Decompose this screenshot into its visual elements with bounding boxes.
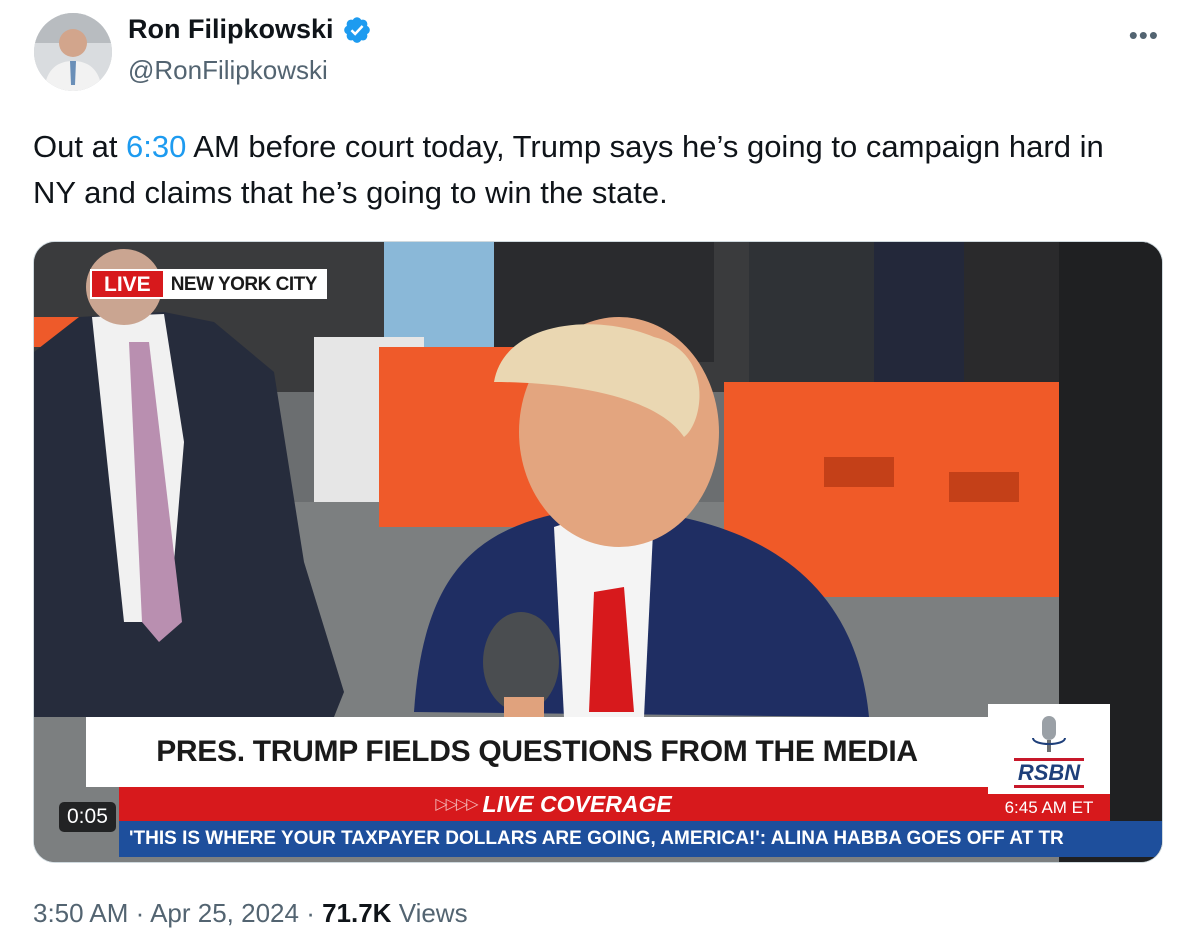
meta-separator: · bbox=[128, 898, 151, 928]
views-count[interactable]: 71.7K bbox=[322, 898, 391, 928]
live-label: LIVE bbox=[92, 271, 163, 297]
author-avatar[interactable] bbox=[34, 13, 112, 91]
author-display-name[interactable]: Ron Filipkowski bbox=[128, 14, 334, 45]
tweet-text-end: AM before court today, Trump says he’s g… bbox=[33, 129, 1104, 210]
timestamp-link[interactable]: 6:30 bbox=[126, 129, 186, 164]
video-player[interactable]: LIVE NEW YORK CITY PRES. TRUMP FIELDS QU… bbox=[33, 241, 1163, 863]
tweet-time[interactable]: 3:50 AM bbox=[33, 898, 128, 928]
live-badge: LIVE NEW YORK CITY bbox=[90, 269, 327, 299]
play-arrows-icon: ▷▷▷▷ bbox=[435, 796, 478, 813]
tweet-meta: 3:50 AM · Apr 25, 2024 · 71.7K Views bbox=[33, 898, 468, 929]
tweet-text: Out at 6:30 AM before court today, Trump… bbox=[33, 124, 1153, 216]
author-handle[interactable]: @RonFilipkowski bbox=[128, 55, 328, 86]
author-name-row: Ron Filipkowski bbox=[128, 14, 372, 45]
views-label[interactable]: Views bbox=[391, 898, 468, 928]
broadcast-time: 6:45 AM ET bbox=[988, 794, 1110, 821]
avatar-image bbox=[34, 13, 112, 91]
live-coverage-bar: ▷▷▷▷ LIVE COVERAGE bbox=[119, 787, 988, 821]
network-name: RSBN bbox=[1013, 758, 1085, 788]
news-ticker: 'THIS IS WHERE YOUR TAXPAYER DOLLARS ARE… bbox=[119, 821, 1162, 857]
more-horizontal-icon[interactable]: ••• bbox=[1129, 20, 1159, 51]
network-logo: RSBN bbox=[988, 704, 1110, 794]
verified-badge-icon[interactable] bbox=[342, 15, 372, 45]
meta-separator: · bbox=[298, 898, 323, 928]
tweet-date[interactable]: Apr 25, 2024 bbox=[150, 898, 299, 928]
microphone-icon bbox=[1032, 716, 1066, 752]
location-label: NEW YORK CITY bbox=[162, 271, 325, 297]
video-duration: 0:05 bbox=[59, 802, 116, 832]
headline-text: PRES. TRUMP FIELDS QUESTIONS FROM THE ME… bbox=[156, 735, 918, 768]
live-coverage-label: LIVE COVERAGE bbox=[482, 790, 672, 817]
lower-third-headline: PRES. TRUMP FIELDS QUESTIONS FROM THE ME… bbox=[86, 717, 988, 787]
tweet-text-start: Out at bbox=[33, 129, 127, 164]
